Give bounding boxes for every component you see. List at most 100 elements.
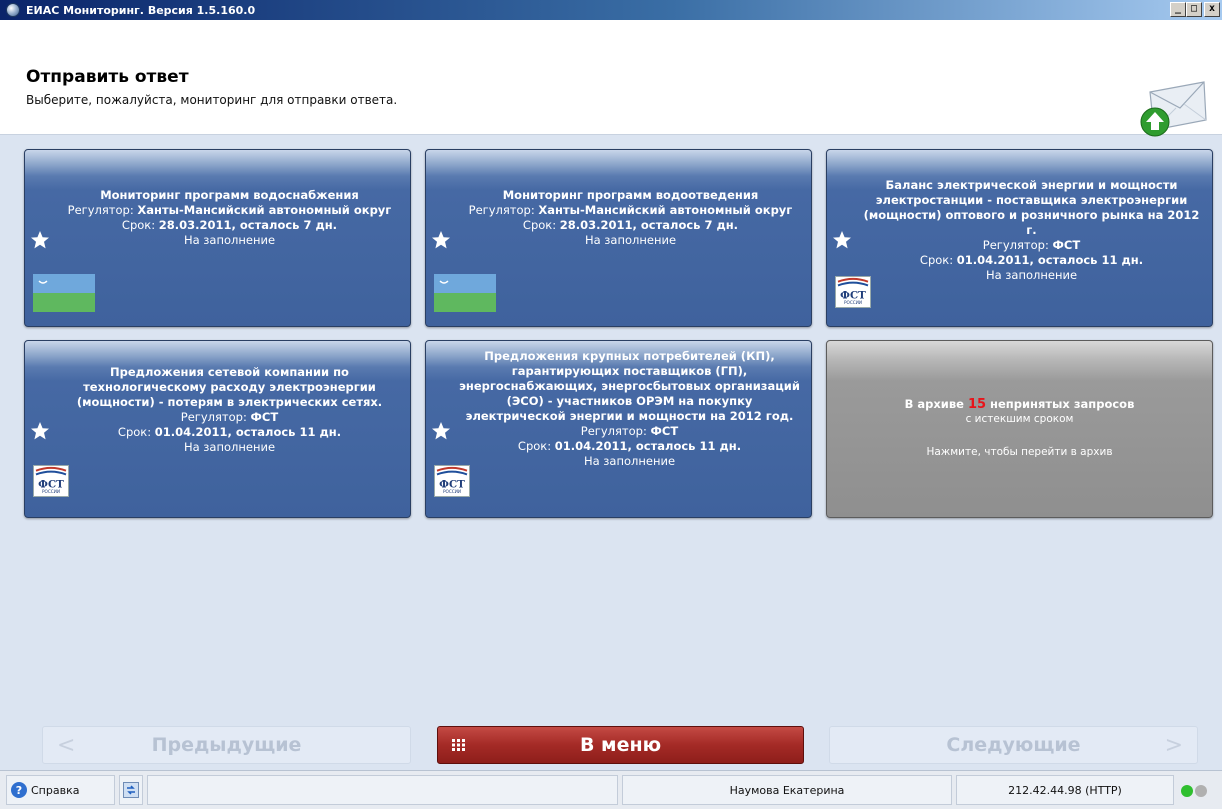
archive-suffix: непринятых запросов [986, 397, 1135, 411]
fst-logo: ФСТ РОССИИ [434, 465, 470, 497]
sync-button[interactable] [119, 775, 143, 805]
monitoring-card-large-consumers[interactable]: ФСТ РОССИИ Предложения крупных потребите… [425, 340, 812, 518]
monitoring-card-network-losses[interactable]: ФСТ РОССИИ Предложения сетевой компании … [24, 340, 411, 518]
page-subtitle: Выберите, пожалуйста, мониторинг для отп… [26, 93, 398, 107]
regulator-label: Регулятор: [67, 203, 138, 217]
regulator-value: ФСТ [650, 424, 679, 438]
svg-text:РОССИИ: РОССИИ [42, 489, 60, 494]
menu-button[interactable]: В меню [437, 726, 804, 764]
star-icon[interactable] [30, 421, 50, 441]
close-button[interactable]: x [1204, 2, 1220, 17]
grid-icon [452, 739, 465, 751]
window-titlebar: ЕИАС Мониторинг. Версия 1.5.160.0 _ □ x [0, 0, 1222, 20]
chevron-right-icon: > [1164, 733, 1183, 758]
chevron-left-icon: < [57, 733, 76, 758]
svg-text:РОССИИ: РОССИИ [443, 489, 461, 494]
svg-text:РОССИИ: РОССИИ [844, 300, 862, 305]
menu-label: В меню [579, 734, 662, 756]
monitoring-card-water-disposal[interactable]: Мониторинг программ водоотведения Регуля… [425, 149, 812, 327]
card-regulator: Регулятор: Ханты-Мансийский автономный о… [57, 203, 402, 218]
deadline-value: 01.04.2011, осталось 11 дн. [956, 253, 1144, 267]
window-controls: _ □ x [1170, 2, 1220, 17]
card-text: Баланс электрической энергии и мощности … [859, 178, 1204, 283]
regulator-value: ФСТ [1052, 238, 1081, 252]
card-status: На заполнение [583, 454, 676, 468]
card-regulator: Регулятор: Ханты-Мансийский автономный о… [458, 203, 803, 218]
card-status: На заполнение [985, 268, 1078, 282]
connected-indicator-icon [1181, 785, 1193, 797]
app-icon [6, 3, 20, 17]
deadline-label: Срок: [117, 425, 155, 439]
idle-indicator-icon [1195, 785, 1207, 797]
card-deadline: Срок: 01.04.2011, осталось 11 дн. [456, 439, 803, 454]
status-spacer [147, 775, 618, 805]
regulator-label: Регулятор: [468, 203, 539, 217]
deadline-label: Срок: [121, 218, 159, 232]
previous-button[interactable]: < Предыдущие [42, 726, 411, 764]
window-title: ЕИАС Мониторинг. Версия 1.5.160.0 [26, 3, 256, 17]
status-user: Наумова Екатерина [622, 775, 952, 805]
card-regulator: Регулятор: ФСТ [57, 410, 402, 425]
card-title: Баланс электрической энергии и мощности … [863, 178, 1200, 237]
star-icon[interactable] [431, 230, 451, 250]
archive-prefix: В архиве [904, 397, 968, 411]
star-icon[interactable] [30, 230, 50, 250]
archive-text: В архиве 15 непринятых запросов с истекш… [835, 397, 1204, 460]
card-title: Мониторинг программ водоотведения [502, 188, 759, 202]
regulator-label: Регулятор: [580, 424, 651, 438]
archive-card[interactable]: В архиве 15 непринятых запросов с истекш… [826, 340, 1213, 518]
hmao-flag-logo [434, 274, 496, 312]
card-title: Предложения сетевой компании по технолог… [76, 365, 383, 409]
card-deadline: Срок: 01.04.2011, осталось 11 дн. [57, 425, 402, 440]
card-status: На заполнение [584, 233, 677, 247]
regulator-value: ФСТ [250, 410, 279, 424]
regulator-label: Регулятор: [180, 410, 251, 424]
monitoring-card-energy-balance[interactable]: ФСТ РОССИИ Баланс электрической энергии … [826, 149, 1213, 327]
deadline-label: Срок: [522, 218, 560, 232]
help-icon: ? [11, 782, 27, 798]
deadline-value: 01.04.2011, осталось 11 дн. [154, 425, 342, 439]
card-regulator: Регулятор: ФСТ [859, 238, 1204, 253]
archive-title: В архиве 15 непринятых запросов [835, 397, 1204, 412]
help-button[interactable]: ? Справка [6, 775, 115, 805]
archive-hint: Нажмите, чтобы перейти в архив [926, 446, 1113, 458]
page-title: Отправить ответ [26, 67, 189, 87]
card-title: Предложения крупных потребителей (КП), г… [459, 349, 800, 423]
status-bar: ? Справка Наумова Екатерина 212.42.44.98… [0, 770, 1222, 809]
minimize-button[interactable]: _ [1170, 2, 1186, 17]
status-connection: 212.42.44.98 (HTTP) [956, 775, 1174, 805]
card-deadline: Срок: 28.03.2011, осталось 7 дн. [458, 218, 803, 233]
help-label: Справка [31, 783, 80, 797]
deadline-label: Срок: [517, 439, 555, 453]
monitoring-card-water-supply[interactable]: Мониторинг программ водоснабжения Регуля… [24, 149, 411, 327]
card-text: Мониторинг программ водоотведения Регуля… [458, 188, 803, 248]
regulator-value: Ханты-Мансийский автономный округ [137, 203, 392, 217]
archive-subtitle: с истекшим сроком [965, 413, 1074, 425]
regulator-value: Ханты-Мансийский автономный округ [538, 203, 793, 217]
card-status: На заполнение [183, 233, 276, 247]
deadline-label: Срок: [919, 253, 957, 267]
previous-label: Предыдущие [151, 734, 302, 756]
fst-logo: ФСТ РОССИИ [33, 465, 69, 497]
deadline-value: 28.03.2011, осталось 7 дн. [559, 218, 739, 232]
card-text: Предложения крупных потребителей (КП), г… [456, 349, 803, 469]
card-text: Предложения сетевой компании по технолог… [57, 365, 402, 455]
envelope-upload-icon [1140, 81, 1207, 137]
page-header: Отправить ответ Выберите, пожалуйста, мо… [0, 20, 1222, 137]
star-icon[interactable] [431, 421, 451, 441]
next-label: Следующие [946, 734, 1081, 756]
card-text: Мониторинг программ водоснабжения Регуля… [57, 188, 402, 248]
card-deadline: Срок: 01.04.2011, осталось 11 дн. [859, 253, 1204, 268]
deadline-value: 28.03.2011, осталось 7 дн. [158, 218, 338, 232]
card-title: Мониторинг программ водоснабжения [100, 188, 359, 202]
hmao-flag-logo [33, 274, 95, 312]
star-icon[interactable] [832, 230, 852, 250]
archive-count: 15 [967, 397, 987, 412]
regulator-label: Регулятор: [982, 238, 1053, 252]
connection-indicator [1181, 785, 1207, 797]
maximize-button[interactable]: □ [1186, 2, 1202, 17]
sync-icon [123, 782, 139, 798]
next-button[interactable]: Следующие > [829, 726, 1198, 764]
card-status: На заполнение [183, 440, 276, 454]
card-regulator: Регулятор: ФСТ [456, 424, 803, 439]
